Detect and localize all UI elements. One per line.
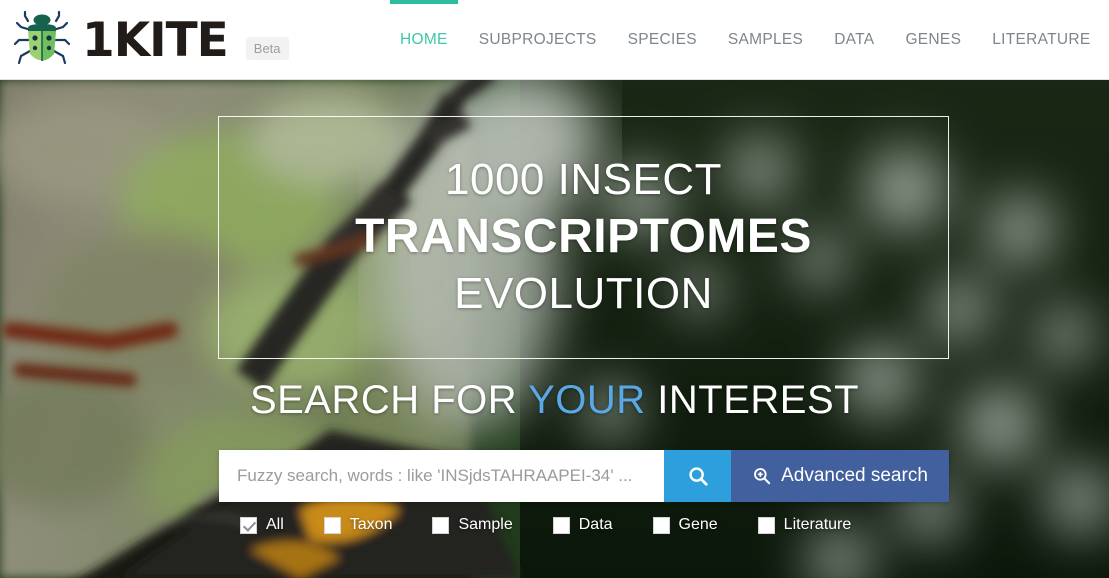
- search-heading-highlight: YOUR: [528, 378, 646, 422]
- hero-section: 1000 INSECT TRANSCRIPTOMES EVOLUTION SEA…: [0, 80, 1109, 578]
- checkbox-all[interactable]: [240, 516, 257, 534]
- search-heading: SEARCH FOR YOUR INTEREST: [0, 378, 1109, 423]
- advanced-search-label: Advanced search: [781, 465, 928, 486]
- filter-all[interactable]: All: [240, 516, 284, 534]
- hero-title-line-2: TRANSCRIPTOMES: [355, 210, 812, 264]
- hero-title-line-1: 1000 INSECT: [445, 155, 722, 205]
- advanced-search-button[interactable]: Advanced search: [731, 450, 949, 502]
- search-bar: Advanced search: [219, 450, 949, 502]
- search-filter-group: All Taxon Sample Data Gene Literature: [240, 516, 960, 534]
- checkbox-sample[interactable]: [432, 516, 450, 534]
- search-icon: [688, 467, 708, 486]
- zoom-in-icon: [754, 468, 771, 485]
- filter-literature[interactable]: Literature: [757, 516, 852, 534]
- brand[interactable]: 1KITE Beta: [14, 0, 289, 80]
- search-input[interactable]: [219, 450, 664, 502]
- filter-label-all: All: [266, 516, 284, 533]
- site-header: 1KITE Beta HOME SUBPROJECTS SPECIES SAMP…: [0, 0, 1109, 80]
- hero-content: 1000 INSECT TRANSCRIPTOMES EVOLUTION SEA…: [0, 80, 1109, 578]
- checkbox-data[interactable]: [552, 516, 570, 534]
- nav-item-genes[interactable]: GENES: [905, 0, 961, 80]
- checkbox-gene[interactable]: [652, 516, 670, 534]
- search-heading-post: INTEREST: [645, 378, 860, 422]
- beetle-logo-icon: [14, 10, 70, 65]
- filter-label-gene: Gene: [678, 516, 718, 533]
- filter-data[interactable]: Data: [552, 516, 613, 534]
- filter-sample[interactable]: Sample: [432, 516, 513, 534]
- checkbox-taxon[interactable]: [323, 516, 341, 534]
- filter-label-taxon: Taxon: [349, 516, 393, 533]
- filter-taxon[interactable]: Taxon: [323, 516, 393, 534]
- page-root: 1KITE Beta HOME SUBPROJECTS SPECIES SAMP…: [0, 0, 1109, 578]
- beta-badge: Beta: [245, 36, 289, 60]
- filter-gene[interactable]: Gene: [652, 516, 718, 534]
- filter-label-literature: Literature: [783, 516, 852, 533]
- filter-label-sample: Sample: [458, 516, 513, 533]
- checkbox-literature[interactable]: [757, 516, 775, 534]
- main-navigation: HOME SUBPROJECTS SPECIES SAMPLES DATA GE…: [390, 0, 1091, 80]
- brand-name: 1KITE: [82, 12, 229, 68]
- nav-item-data[interactable]: DATA: [834, 0, 874, 80]
- hero-title-line-3: EVOLUTION: [454, 268, 713, 318]
- filter-label-data: Data: [578, 516, 613, 533]
- nav-item-samples[interactable]: SAMPLES: [728, 0, 803, 80]
- nav-item-home[interactable]: HOME: [390, 0, 458, 80]
- nav-item-subprojects[interactable]: SUBPROJECTS: [479, 0, 597, 80]
- search-submit-button[interactable]: [664, 450, 731, 502]
- hero-title-box: 1000 INSECT TRANSCRIPTOMES EVOLUTION: [218, 116, 949, 359]
- search-heading-pre: SEARCH FOR: [249, 378, 529, 422]
- nav-item-literature[interactable]: LITERATURE: [992, 0, 1090, 80]
- nav-item-species[interactable]: SPECIES: [628, 0, 697, 80]
